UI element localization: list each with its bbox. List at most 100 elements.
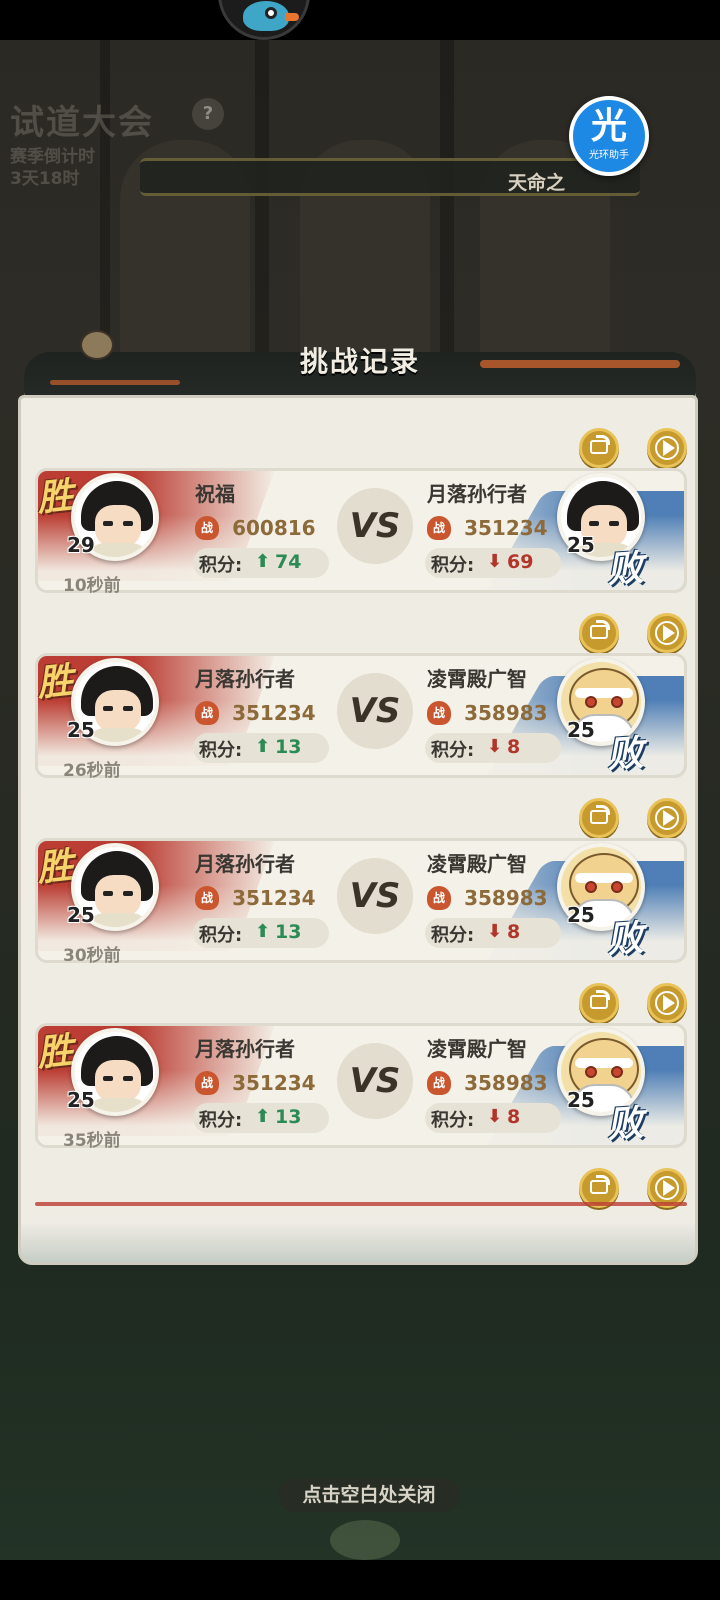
score-label: 积分: — [431, 1110, 475, 1131]
score-change: 积分: ⬆ 13 — [193, 1103, 329, 1133]
player-level: 25 — [567, 903, 595, 927]
score-value: 13 — [275, 736, 302, 758]
bg-pillar — [100, 40, 110, 370]
replay-icon[interactable] — [647, 428, 687, 468]
record-item[interactable]: 胜 25 月落孙行者 战 351234 积分: ⬆ 13 VS 25 凌霄殿广智… — [35, 798, 687, 966]
arrow-down-icon: ⬇ — [487, 1106, 503, 1127]
helper-badge-glyph: 光 — [590, 106, 627, 147]
share-icon-arrow — [596, 990, 610, 1000]
record-item[interactable]: 胜 25 月落孙行者 战 351234 积分: ⬆ 13 VS 25 凌霄殿广智… — [35, 983, 687, 1151]
share-icon[interactable] — [579, 428, 619, 468]
lose-mark: 败 — [605, 917, 645, 962]
power-value: 351234 — [464, 516, 548, 540]
replay-icon-ring — [655, 621, 679, 645]
win-mark: 胜 — [35, 660, 76, 705]
score-label: 积分: — [199, 740, 243, 761]
close-hint[interactable]: 点击空白处关闭 — [278, 1478, 460, 1512]
score-label: 积分: — [431, 555, 475, 576]
hero-eye — [123, 1076, 133, 1081]
player-level: 25 — [67, 903, 95, 927]
score-value: 13 — [275, 1106, 302, 1128]
player-level: 25 — [567, 1088, 595, 1112]
player-level: 25 — [567, 718, 595, 742]
share-icon[interactable] — [579, 983, 619, 1023]
score-change: 积分: ⬆ 13 — [193, 918, 329, 948]
player-name[interactable]: 凌霄殿广智 — [427, 663, 527, 692]
score-label: 积分: — [199, 1110, 243, 1131]
arrow-up-icon: ⬆ — [255, 1106, 271, 1127]
monk-eye — [611, 696, 623, 708]
player-power: 战 351234 — [195, 701, 316, 727]
event-title: 试道大会 — [10, 103, 154, 143]
monk-eye — [585, 1066, 597, 1078]
panel-title: 挑战记录 — [299, 345, 420, 378]
record-card-partial — [35, 1168, 687, 1238]
battle-power-icon: 战 — [195, 701, 219, 725]
bg-pillar — [255, 40, 269, 370]
replay-icon[interactable] — [647, 613, 687, 653]
player-level: 25 — [67, 1088, 95, 1112]
power-value: 351234 — [232, 886, 316, 910]
player-name[interactable]: 月落孙行者 — [195, 1033, 295, 1062]
share-icon[interactable] — [579, 798, 619, 838]
player-name[interactable]: 凌霄殿广智 — [427, 848, 527, 877]
power-value: 358983 — [464, 1071, 548, 1095]
player-power: 战 600816 — [195, 516, 316, 542]
player-name[interactable]: 月落孙行者 — [195, 848, 295, 877]
record-item[interactable]: 胜 25 月落孙行者 战 351234 积分: ⬆ 13 VS 25 凌霄殿广智… — [35, 613, 687, 781]
score-label: 积分: — [431, 925, 475, 946]
hero-eye — [103, 891, 113, 896]
arrow-up-icon: ⬆ — [255, 921, 271, 942]
record-item[interactable]: 胜 29 祝福 战 600816 积分: ⬆ 74 VS 25 月落孙行者 战 … — [35, 428, 687, 596]
score-change: 积分: ⬇ 8 — [425, 733, 561, 763]
power-value: 600816 — [232, 516, 316, 540]
score-change: 积分: ⬆ 13 — [193, 733, 329, 763]
arrow-up-icon: ⬆ — [255, 551, 271, 572]
lose-mark: 败 — [605, 732, 645, 777]
hero-eye — [609, 521, 619, 526]
score-value: 8 — [507, 736, 521, 758]
score-value: 8 — [507, 921, 521, 943]
pet-beak — [285, 13, 299, 21]
cloud-decoration — [330, 1520, 400, 1560]
battle-power-icon: 战 — [195, 1071, 219, 1095]
lose-mark: 败 — [605, 1102, 645, 1147]
replay-icon[interactable] — [647, 798, 687, 838]
player-name[interactable]: 凌霄殿广智 — [427, 1033, 527, 1062]
arrow-down-icon: ⬇ — [487, 551, 503, 572]
season-countdown-value: 3天18时 — [10, 169, 80, 189]
replay-icon[interactable] — [647, 983, 687, 1023]
player-level: 25 — [67, 718, 95, 742]
score-label: 积分: — [199, 555, 243, 576]
hero-eye — [123, 521, 133, 526]
player-name[interactable]: 祝福 — [195, 478, 235, 507]
player-name[interactable]: 月落孙行者 — [195, 663, 295, 692]
season-countdown-label: 赛季倒计时 — [10, 147, 95, 167]
hero-face — [95, 875, 141, 917]
helper-app-badge[interactable]: 光 光环助手 — [569, 96, 649, 176]
score-value: 74 — [275, 551, 302, 573]
score-change: 积分: ⬆ 74 — [193, 548, 329, 578]
score-label: 积分: — [199, 925, 243, 946]
decor-swoosh — [50, 380, 180, 385]
power-value: 358983 — [464, 886, 548, 910]
helper-badge-label: 光环助手 — [589, 150, 629, 161]
hero-eye — [103, 521, 113, 526]
share-icon[interactable] — [579, 613, 619, 653]
player-power: 战 358983 — [427, 886, 548, 912]
monk-brow — [575, 873, 633, 883]
pet-avatar[interactable] — [218, 0, 310, 40]
replay-icon-ring — [655, 436, 679, 460]
power-value: 358983 — [464, 701, 548, 725]
pet-eye — [265, 7, 277, 19]
monk-eye — [611, 1066, 623, 1078]
challenge-record-panel[interactable]: 胜 29 祝福 战 600816 积分: ⬆ 74 VS 25 月落孙行者 战 … — [18, 395, 698, 1265]
player-name[interactable]: 月落孙行者 — [427, 478, 527, 507]
share-icon-arrow — [596, 1175, 610, 1185]
hero-face — [95, 690, 141, 732]
score-label: 积分: — [431, 740, 475, 761]
score-value: 13 — [275, 921, 302, 943]
help-icon[interactable]: ? — [192, 98, 224, 130]
win-mark: 胜 — [35, 1030, 76, 1075]
hero-eye — [103, 1076, 113, 1081]
